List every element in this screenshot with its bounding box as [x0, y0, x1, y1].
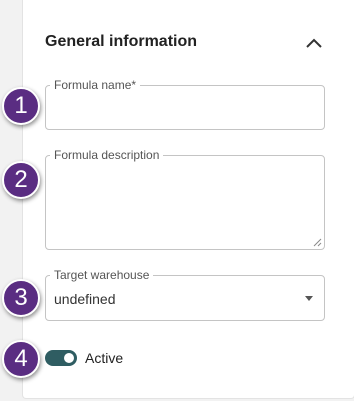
callout-badge-2: 2 — [2, 161, 40, 199]
callout-badge-1: 1 — [2, 87, 40, 125]
active-toggle[interactable] — [45, 350, 77, 366]
formula-name-input[interactable] — [54, 96, 314, 112]
callout-badge-3: 3 — [2, 279, 40, 317]
target-warehouse-label: Target warehouse — [50, 268, 154, 282]
formula-description-textarea[interactable] — [54, 166, 314, 238]
chevron-up-icon[interactable] — [305, 36, 323, 50]
active-toggle-label: Active — [85, 350, 124, 366]
formula-description-field[interactable]: Formula description — [45, 148, 325, 250]
callout-badge-4: 4 — [2, 340, 40, 378]
target-warehouse-value: undefined — [54, 291, 116, 307]
section-title: General information — [45, 33, 198, 50]
formula-name-field[interactable]: Formula name* — [45, 78, 325, 130]
dropdown-arrow-icon[interactable] — [305, 296, 313, 301]
formula-description-label: Formula description — [50, 148, 164, 162]
toggle-knob — [64, 353, 74, 363]
formula-name-label: Formula name* — [50, 78, 141, 92]
target-warehouse-select[interactable]: Target warehouse undefined — [45, 268, 325, 321]
resize-grip-icon[interactable] — [313, 238, 322, 247]
